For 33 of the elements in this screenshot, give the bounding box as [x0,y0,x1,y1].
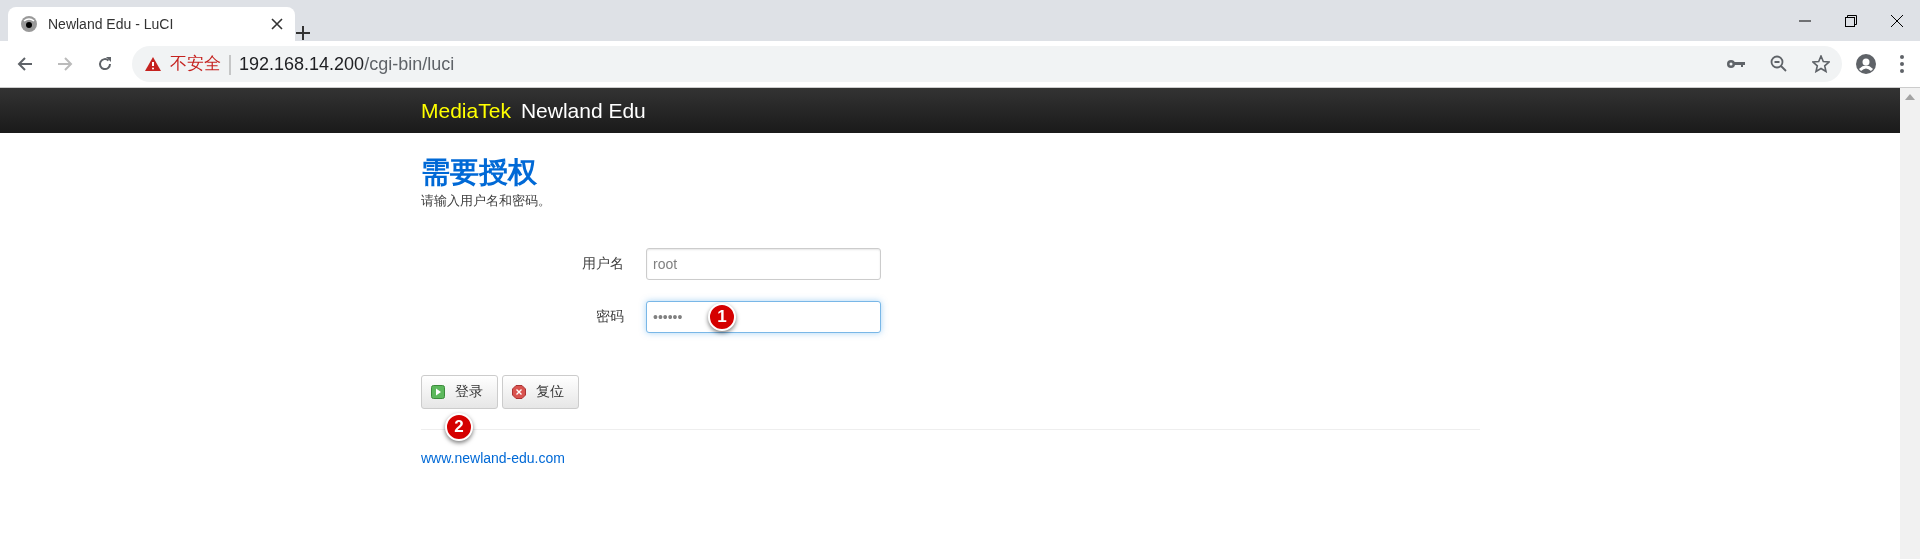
address-bar[interactable]: 不安全 192.168.14.200/cgi-bin/luci [132,46,1842,82]
back-arrow-icon [17,56,33,72]
url-text: 192.168.14.200/cgi-bin/luci [239,52,455,76]
star-icon[interactable] [1812,55,1830,73]
menu-icon[interactable] [1900,55,1904,73]
page-subtitle: 请输入用户名和密码。 [421,192,552,210]
brand-label[interactable]: MediaTek [421,94,511,127]
login-button[interactable]: 登录 [421,374,498,409]
input-field[interactable]: root [646,247,881,280]
reload-icon [97,56,113,72]
website-link[interactable]: www.newland-edu.com [421,447,565,469]
security-label: 不安全 [170,53,221,76]
reset-button[interactable]: 复位 [502,374,579,409]
browser-tab[interactable]: Newland Edu - LuCI [8,7,295,41]
divider-icon [229,54,231,75]
site-icon [20,15,38,33]
account-icon[interactable] [1856,54,1876,74]
key-icon[interactable] [1726,58,1746,70]
restore-icon [1845,14,1857,27]
field-label: 用户名 [581,254,625,273]
field-label: 密码 [595,307,625,326]
new-tab-icon[interactable] [295,25,311,41]
close-icon [1891,14,1903,27]
cancel-icon [512,384,526,399]
zoom-out-icon[interactable] [1770,55,1788,73]
step-marker: 2 [445,412,473,441]
close-icon[interactable] [271,18,283,30]
play-icon [431,384,445,399]
site-title[interactable]: Newland Edu [520,94,646,127]
tab-title: Newland Edu - LuCI [48,14,175,34]
forward-arrow-icon [57,56,73,72]
warning-icon [144,56,162,72]
page-heading: 需要授权 [421,155,538,189]
